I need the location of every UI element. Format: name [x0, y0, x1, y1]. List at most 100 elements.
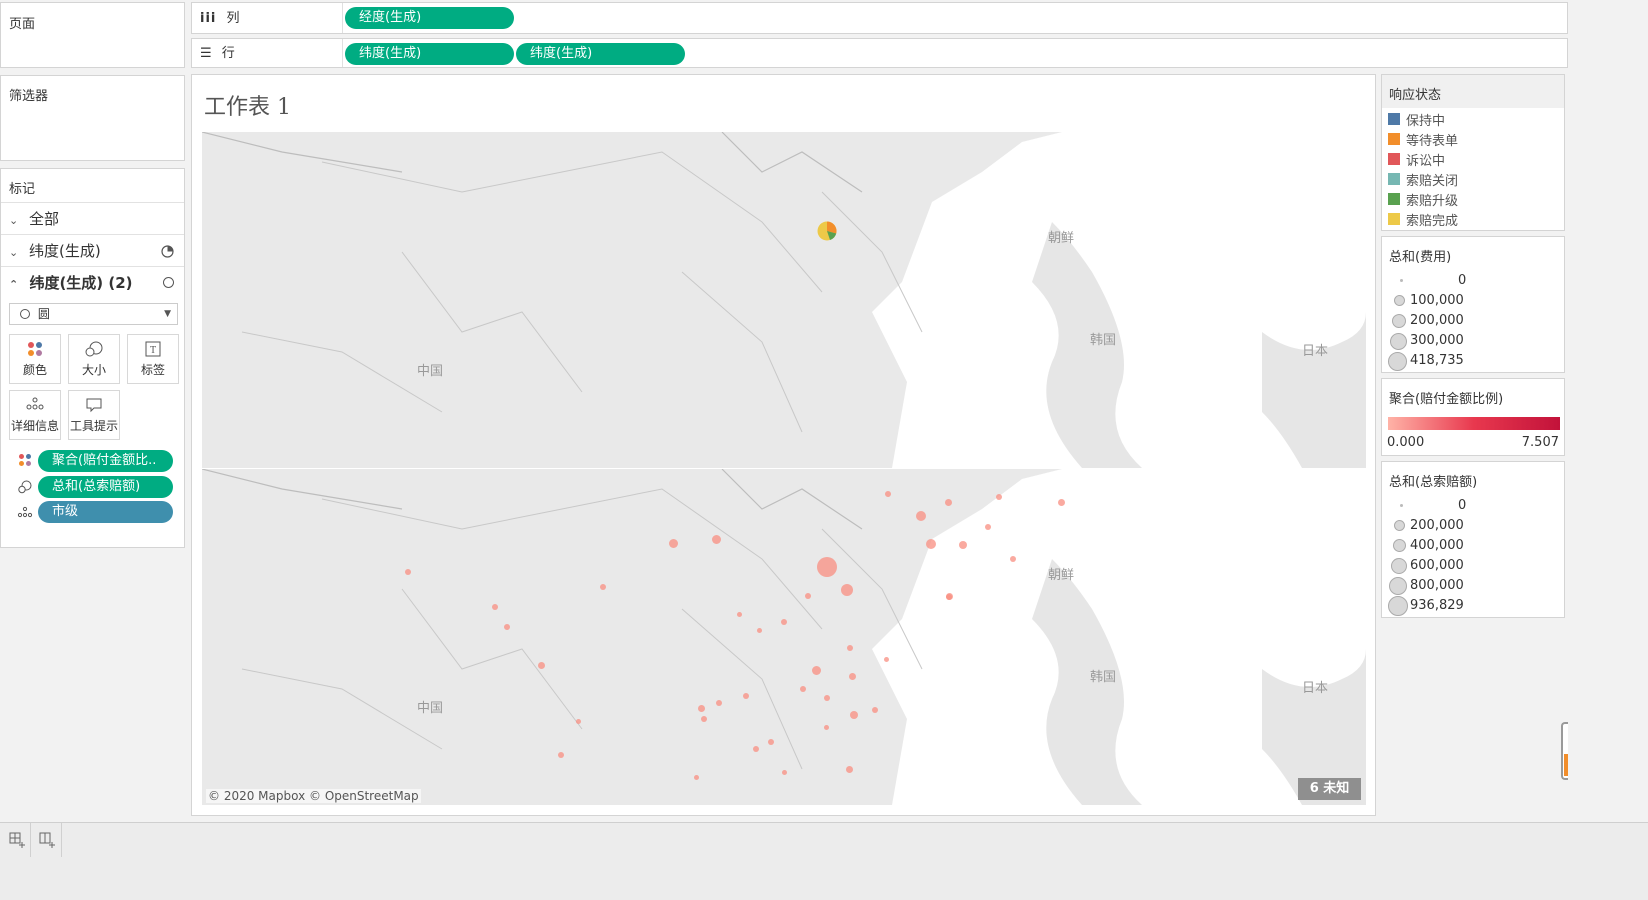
map-pane-bottom[interactable]: 中国 朝鲜 韩国 日本	[202, 469, 1366, 805]
city-mark[interactable]	[850, 711, 858, 719]
unknown-locations-badge[interactable]: 6 未知	[1298, 778, 1361, 800]
latitude-pill[interactable]: 纬度(生成)	[516, 43, 685, 65]
city-mark[interactable]	[698, 705, 705, 712]
columns-label: 列	[226, 11, 240, 26]
city-mark[interactable]	[405, 569, 411, 575]
city-mark[interactable]	[492, 604, 498, 610]
city-mark[interactable]	[884, 657, 889, 662]
mark-pill-row[interactable]: 市级	[1, 501, 186, 523]
city-mark[interactable]	[701, 716, 707, 722]
latitude-pill[interactable]: 纬度(生成)	[345, 43, 514, 65]
city-mark[interactable]	[716, 700, 722, 706]
city-mark[interactable]	[812, 666, 821, 675]
worksheet-title: 工作表 1	[204, 95, 291, 120]
mark-pill-row[interactable]: 总和(总索赔额)	[1, 476, 186, 498]
city-mark[interactable]	[885, 491, 891, 497]
city-mark[interactable]	[996, 494, 1002, 500]
city-mark[interactable]	[504, 624, 510, 630]
city-mark[interactable]	[945, 499, 952, 506]
city-mark[interactable]	[916, 511, 926, 521]
rows-shelf-label: ☰ 行	[200, 39, 235, 69]
city-mark[interactable]	[781, 619, 787, 625]
city-mark[interactable]	[538, 662, 545, 669]
claims-legend-title: 总和(总索赔额)	[1389, 475, 1478, 490]
detail-button[interactable]: 详细信息	[9, 390, 61, 440]
legend-item[interactable]: 索赔关闭	[1388, 170, 1458, 189]
tooltip-button-label: 工具提示	[69, 419, 118, 433]
status-legend: 响应状态 保持中 等待表单 诉讼中 索赔关闭 索赔升级 索赔完成	[1381, 74, 1565, 231]
city-mark[interactable]	[824, 695, 830, 701]
city-mark[interactable]	[872, 707, 878, 713]
detail-icon	[10, 391, 60, 417]
legend-item[interactable]: 索赔升级	[1388, 190, 1458, 209]
cost-legend-title: 总和(费用)	[1389, 250, 1452, 265]
city-mark[interactable]	[1058, 499, 1065, 506]
scroll-handle[interactable]	[1561, 722, 1568, 780]
city-mark[interactable]	[1010, 556, 1016, 562]
tooltip-button[interactable]: 工具提示	[68, 390, 120, 440]
city-mark[interactable]	[782, 770, 787, 775]
rows-shelf[interactable]: ☰ 行 纬度(生成) 纬度(生成)	[191, 38, 1568, 68]
legend-swatch	[1388, 113, 1400, 125]
legend-item[interactable]: 索赔完成	[1388, 210, 1458, 229]
city-mark[interactable]	[847, 645, 853, 651]
city-mark[interactable]	[753, 746, 759, 752]
longitude-pill[interactable]: 经度(生成)	[345, 7, 514, 29]
legend-item[interactable]: 诉讼中	[1388, 150, 1445, 169]
legend-item[interactable]: 保持中	[1388, 110, 1445, 129]
city-mark[interactable]	[805, 593, 811, 599]
claims-pill[interactable]: 总和(总索赔额)	[38, 476, 173, 498]
city-mark[interactable]	[946, 594, 952, 600]
city-mark[interactable]	[743, 693, 749, 699]
city-mark[interactable]	[558, 752, 564, 758]
city-mark[interactable]	[846, 766, 853, 773]
marks-lat-row[interactable]: ⌄ 纬度(生成)	[1, 234, 184, 266]
color-ramp[interactable]	[1388, 417, 1560, 430]
city-mark[interactable]	[600, 584, 606, 590]
city-mark[interactable]	[841, 584, 853, 596]
city-mark[interactable]	[768, 739, 774, 745]
size-circle-icon	[1389, 577, 1407, 595]
size-circle-icon	[1388, 352, 1407, 371]
marks-all-row[interactable]: ⌄ 全部	[1, 202, 184, 234]
city-mark[interactable]	[800, 686, 806, 692]
color-button[interactable]: 颜色	[9, 334, 61, 384]
city-mark[interactable]	[576, 719, 581, 724]
city-mark[interactable]	[959, 541, 967, 549]
map-label-north-korea: 朝鲜	[1048, 568, 1075, 583]
beijing-pie-mark[interactable]	[816, 220, 838, 242]
columns-shelf[interactable]: iii 列 经度(生成)	[191, 2, 1568, 34]
map-pane-top[interactable]: 中国 朝鲜 韩国 日本	[202, 132, 1366, 468]
label-button[interactable]: T 标签	[127, 334, 179, 384]
city-mark[interactable]	[712, 535, 721, 544]
city-mark[interactable]	[849, 673, 856, 680]
new-worksheet-button[interactable]	[0, 823, 31, 857]
columns-shelf-label: iii 列	[200, 3, 240, 35]
ratio-pill[interactable]: 聚合(赔付金额比..	[38, 450, 173, 472]
city-mark[interactable]	[737, 612, 742, 617]
marks-lat2-row[interactable]: ⌃ 纬度(生成) (2)	[1, 266, 184, 298]
mark-pill-row[interactable]: 聚合(赔付金额比..	[1, 450, 186, 472]
svg-text:T: T	[150, 345, 156, 356]
city-mark[interactable]	[757, 628, 762, 633]
chevron-down-icon: ⌄	[9, 214, 19, 227]
mark-type-dropdown[interactable]: 圆 ▼	[9, 303, 178, 325]
city-mark[interactable]	[985, 524, 991, 530]
size-circle-icon	[1394, 520, 1405, 531]
city-mark[interactable]	[817, 557, 837, 577]
city-pill[interactable]: 市级	[38, 501, 173, 523]
legend-swatch	[1388, 173, 1400, 185]
city-mark[interactable]	[926, 539, 936, 549]
legend-item[interactable]: 等待表单	[1388, 130, 1458, 149]
size-button[interactable]: 大小	[68, 334, 120, 384]
map-label-china: 中国	[417, 701, 444, 716]
city-mark[interactable]	[669, 539, 678, 548]
city-mark[interactable]	[824, 725, 829, 730]
new-dashboard-button[interactable]	[31, 823, 62, 857]
rows-icon: ☰	[200, 46, 212, 61]
filters-card[interactable]: 筛选器	[0, 75, 185, 161]
map-attribution[interactable]: © 2020 Mapbox © OpenStreetMap	[206, 789, 421, 803]
city-mark[interactable]	[694, 775, 699, 780]
size-icon	[18, 480, 32, 498]
size-circle-icon	[1400, 279, 1403, 282]
